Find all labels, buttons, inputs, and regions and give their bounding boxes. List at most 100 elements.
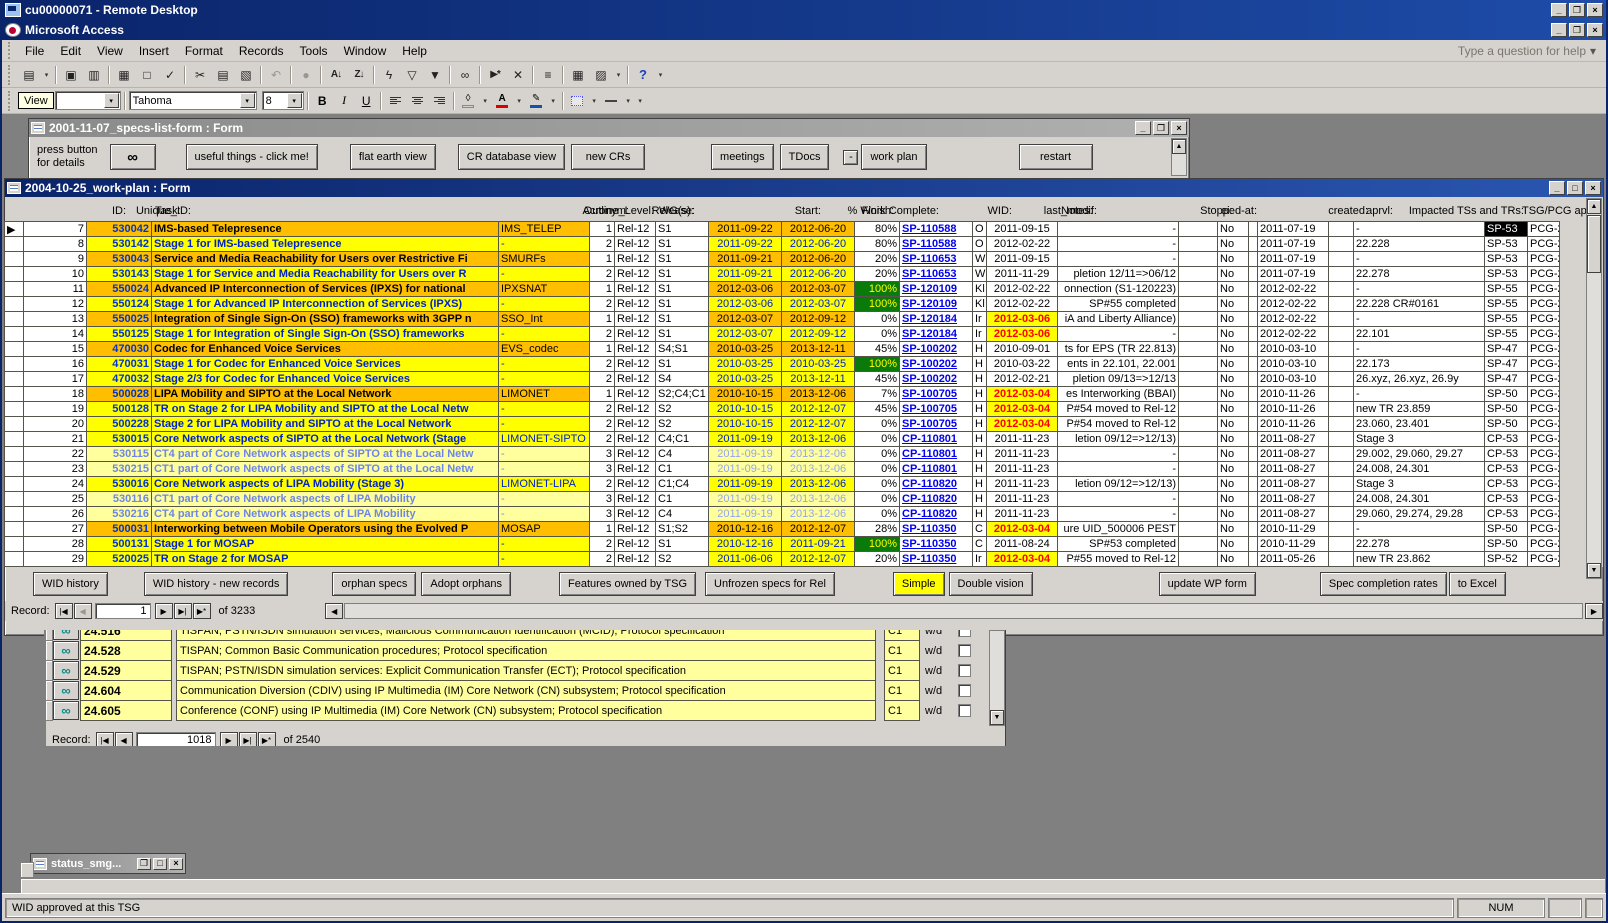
font-color-dropdown-icon[interactable]: ▾ xyxy=(514,91,525,111)
cell-tsg[interactable]: CP-53 xyxy=(1484,506,1528,522)
wid-link[interactable]: SP-110588 xyxy=(899,221,973,237)
spec-checkbox[interactable] xyxy=(958,684,971,697)
to-excel-button[interactable]: to Excel xyxy=(1449,572,1506,596)
wid-history-new-records-button[interactable]: WID history - new records xyxy=(144,572,289,596)
spec-checkbox[interactable] xyxy=(958,630,971,637)
spec-checkbox[interactable] xyxy=(958,644,971,657)
record-number-input[interactable]: 1 xyxy=(95,603,151,619)
cell-tsg[interactable]: SP-53 xyxy=(1484,266,1528,282)
cell-tsg[interactable]: CP-53 xyxy=(1484,446,1528,462)
record-selector[interactable] xyxy=(4,521,24,537)
view-icon[interactable]: ▤ xyxy=(18,65,40,85)
next-record-icon[interactable]: ▶ xyxy=(220,732,238,746)
font-color-icon[interactable]: A xyxy=(492,91,513,111)
rd-close-button[interactable]: × xyxy=(1587,3,1603,17)
cell-tsg[interactable]: SP-50 xyxy=(1484,386,1528,402)
first-record-icon[interactable]: |◀ xyxy=(55,603,73,619)
record-selector[interactable] xyxy=(4,551,24,567)
chevron-down-icon[interactable]: ▾ xyxy=(287,93,302,108)
chevron-down-icon[interactable]: ▾ xyxy=(613,65,624,85)
record-selector[interactable] xyxy=(4,311,24,327)
cell-tsg[interactable]: SP-55 xyxy=(1484,281,1528,297)
rd-restore-button[interactable]: ❐ xyxy=(1569,3,1585,17)
align-center-icon[interactable] xyxy=(407,91,428,111)
underline-button[interactable]: U xyxy=(356,91,377,111)
wid-link[interactable]: CP-110820 xyxy=(899,506,973,522)
rd-minimize-button[interactable]: _ xyxy=(1551,3,1567,17)
new-record-icon[interactable]: ▶* xyxy=(484,65,506,85)
wid-link[interactable]: SP-110588 xyxy=(899,236,973,252)
wid-link[interactable]: SP-100705 xyxy=(899,401,973,417)
record-selector[interactable] xyxy=(4,326,24,342)
chevron-down-icon[interactable]: ▾ xyxy=(41,65,52,85)
statussmg-restore-button[interactable]: ❐ xyxy=(137,858,151,870)
line-color-dropdown-icon[interactable]: ▾ xyxy=(548,91,559,111)
record-selector[interactable] xyxy=(4,281,24,297)
cell-tsg[interactable]: SP-55 xyxy=(1484,311,1528,327)
record-selector[interactable] xyxy=(4,386,24,402)
line-width-dropdown-icon[interactable]: ▾ xyxy=(623,91,634,111)
scroll-up-icon[interactable]: ▲ xyxy=(1172,139,1186,154)
align-left-icon[interactable] xyxy=(385,91,406,111)
find-spec-button[interactable]: ∞ xyxy=(53,641,79,660)
cr-database-view-button[interactable]: CR database view xyxy=(458,144,565,170)
new-record-icon[interactable]: ▶* xyxy=(258,732,276,746)
undo-icon[interactable]: ↶ xyxy=(265,65,287,85)
cell-tsg[interactable]: SP-55 xyxy=(1484,326,1528,342)
last-record-icon[interactable]: ▶| xyxy=(174,603,192,619)
meetings-button[interactable]: meetings xyxy=(711,144,774,170)
paste-icon[interactable]: ▧ xyxy=(235,65,257,85)
wid-link[interactable]: SP-110350 xyxy=(899,521,973,537)
workplan-close-button[interactable]: × xyxy=(1585,181,1601,195)
cell-tsg[interactable]: SP-55 xyxy=(1484,296,1528,312)
access-minimize-button[interactable]: _ xyxy=(1551,23,1567,37)
record-selector[interactable] xyxy=(4,491,24,507)
find-spec-button[interactable]: ∞ xyxy=(53,630,79,640)
file-search-icon[interactable]: ▥ xyxy=(83,65,105,85)
horizontal-scrollbar[interactable] xyxy=(344,603,1583,619)
cell-tsg[interactable]: SP-50 xyxy=(1484,536,1528,552)
cell-tsg[interactable]: SP-47 xyxy=(1484,356,1528,372)
scroll-right-icon[interactable]: ▶ xyxy=(1585,603,1603,619)
cell-tsg[interactable]: CP-53 xyxy=(1484,431,1528,447)
features-owned-by-tsg-button[interactable]: Features owned by TSG xyxy=(559,572,696,596)
record-selector[interactable]: ▶ xyxy=(4,221,24,237)
wid-link[interactable]: CP-110820 xyxy=(899,476,973,492)
statussmg-maximize-button[interactable]: □ xyxy=(153,858,167,870)
cell-tsg[interactable]: SP-53 xyxy=(1484,236,1528,252)
chevron-down-icon[interactable]: ▾ xyxy=(104,93,119,108)
print-icon[interactable]: ▦ xyxy=(113,65,135,85)
new-crs-button[interactable]: new CRs xyxy=(571,144,645,170)
previous-record-icon[interactable]: ◀ xyxy=(115,732,133,746)
last-record-icon[interactable]: ▶| xyxy=(239,732,257,746)
cell-tsg[interactable]: CP-53 xyxy=(1484,491,1528,507)
menu-tools[interactable]: Tools xyxy=(292,41,336,61)
record-selector[interactable] xyxy=(4,536,24,552)
menu-edit[interactable]: Edit xyxy=(52,41,89,61)
previous-record-icon[interactable]: ◀ xyxy=(74,603,92,619)
useful-things-button[interactable]: useful things - click me! xyxy=(186,144,318,170)
database-window-icon[interactable]: ▦ xyxy=(567,65,589,85)
spec-checkbox[interactable] xyxy=(958,704,971,717)
specs-restore-button[interactable]: ❐ xyxy=(1153,121,1169,135)
cell-tsg[interactable]: CP-53 xyxy=(1484,476,1528,492)
help-icon[interactable]: ? xyxy=(632,65,654,85)
cell-tsg[interactable]: SP-47 xyxy=(1484,341,1528,357)
object-combo[interactable]: ▾ xyxy=(55,91,121,110)
record-selector[interactable] xyxy=(45,640,53,661)
record-selector[interactable] xyxy=(45,700,53,721)
record-selector[interactable] xyxy=(4,461,24,477)
special-effect-icon[interactable] xyxy=(567,91,588,111)
new-record-icon[interactable]: ▶* xyxy=(193,603,211,619)
record-selector[interactable] xyxy=(4,446,24,462)
line-width-icon[interactable] xyxy=(601,91,622,111)
line-color-icon[interactable]: ✎ xyxy=(526,91,547,111)
record-selector[interactable] xyxy=(4,506,24,522)
font-combo[interactable]: Tahoma ▾ xyxy=(129,91,257,110)
wid-link[interactable]: SP-110350 xyxy=(899,536,973,552)
font-size-combo[interactable]: 8 ▾ xyxy=(262,91,304,110)
adopt-orphans-button[interactable]: Adopt orphans xyxy=(421,572,511,596)
menu-help[interactable]: Help xyxy=(394,41,435,61)
wid-link[interactable]: SP-120184 xyxy=(899,311,973,327)
wid-link[interactable]: SP-110653 xyxy=(899,251,973,267)
